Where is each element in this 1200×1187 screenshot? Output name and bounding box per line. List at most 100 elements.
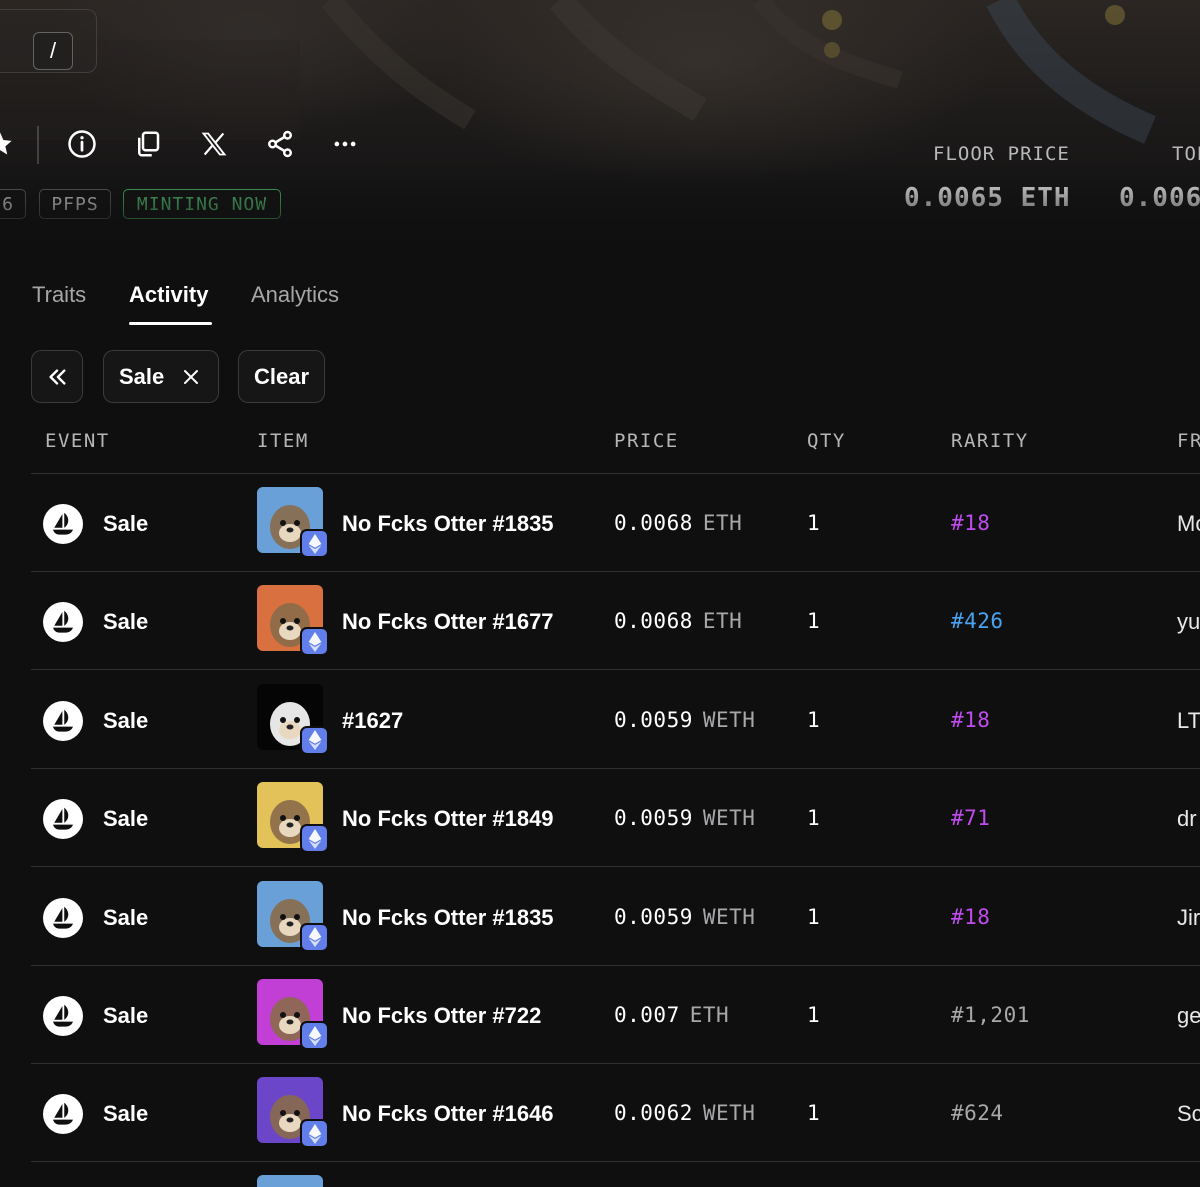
collapse-filters-button[interactable] <box>31 350 83 403</box>
item-quantity: 1 <box>807 1101 820 1126</box>
item-price: 0.0059 WETH <box>614 905 755 929</box>
from-address[interactable]: ge <box>1177 1003 1200 1029</box>
table-row[interactable]: Sale No Fcks Otter #1849 0.0059 WETH 1 #7… <box>0 769 1200 868</box>
price-amount: 0.0068 <box>614 609 693 634</box>
filter-chip-sale[interactable]: Sale <box>103 350 219 403</box>
x-logo-icon[interactable] <box>192 122 236 166</box>
from-address[interactable]: Sc <box>1177 1101 1200 1127</box>
tab-analytics[interactable]: Analytics <box>251 282 339 308</box>
opensea-icon <box>43 700 83 741</box>
item-name[interactable]: No Fcks Otter #722 <box>342 1003 541 1029</box>
copy-icon[interactable] <box>126 122 170 166</box>
collection-toolbar <box>0 122 400 166</box>
event-type: Sale <box>103 904 149 930</box>
ethereum-icon <box>300 1021 329 1050</box>
event-type: Sale <box>103 1101 149 1127</box>
price-currency: WETH <box>702 904 756 929</box>
price-currency: WETH <box>702 707 756 732</box>
table-row[interactable]: Sale No Fcks Otter #1677 0.0068 ETH 1 #42… <box>0 572 1200 671</box>
star-icon[interactable] <box>0 122 22 166</box>
top-offer-value: 0.006 <box>1119 183 1200 213</box>
price-currency: WETH <box>702 806 756 831</box>
item-quantity: 1 <box>807 707 820 732</box>
rarity-rank: #18 <box>951 707 991 732</box>
item-quantity: 1 <box>807 511 820 535</box>
opensea-icon <box>43 504 83 544</box>
item-name[interactable]: No Fcks Otter #1835 <box>342 905 554 931</box>
price-currency: WETH <box>702 1101 756 1126</box>
from-address[interactable]: Mc <box>1177 511 1200 537</box>
event-type: Sale <box>103 806 149 832</box>
ethereum-icon <box>300 922 329 952</box>
next-row-thumbnail <box>257 1175 323 1187</box>
tag-count[interactable]: 6 <box>0 189 26 219</box>
table-row[interactable]: Sale No Fcks Otter #1835 0.0059 WETH 1 #1… <box>0 868 1200 966</box>
clear-filters-button[interactable]: Clear <box>238 350 325 403</box>
from-address[interactable]: Jir <box>1177 905 1200 931</box>
item-name[interactable]: #1627 <box>342 708 403 734</box>
close-icon[interactable] <box>182 368 200 386</box>
table-row[interactable]: Sale No Fcks Otter #1646 0.0062 WETH 1 #6… <box>0 1064 1200 1163</box>
item-price: 0.0059 WETH <box>614 806 755 830</box>
rarity-rank: #624 <box>951 1101 1004 1126</box>
from-address[interactable]: LT <box>1177 708 1200 734</box>
price-amount: 0.0059 <box>614 707 693 732</box>
ethereum-icon <box>300 824 329 854</box>
item-price: 0.0059 WETH <box>614 708 755 732</box>
table-row[interactable]: Sale No Fcks Otter #1835 0.0068 ETH 1 #18… <box>0 474 1200 572</box>
column-header-price[interactable]: PRICE <box>614 430 679 452</box>
price-amount: 0.0059 <box>614 904 693 929</box>
column-header-rarity[interactable]: RARITY <box>951 430 1029 452</box>
filter-chip-label: Sale <box>119 363 165 389</box>
ethereum-icon <box>300 627 329 657</box>
opensea-icon <box>43 1094 83 1135</box>
tab-traits[interactable]: Traits <box>32 282 86 308</box>
price-amount: 0.0059 <box>614 806 693 831</box>
share-icon[interactable] <box>258 122 302 166</box>
active-tab-indicator <box>129 322 212 325</box>
opensea-icon <box>43 602 83 643</box>
item-name[interactable]: No Fcks Otter #1849 <box>342 806 554 832</box>
item-price: 0.0062 WETH <box>614 1101 755 1125</box>
top-offer-label: TOP <box>1172 143 1200 165</box>
rarity-rank: #426 <box>951 609 1004 634</box>
opensea-icon <box>43 799 83 840</box>
tag-minting-now[interactable]: MINTING NOW <box>123 189 281 219</box>
info-icon[interactable] <box>60 122 104 166</box>
table-row[interactable]: Sale #1627 0.0059 WETH 1 #18 LT <box>0 671 1200 769</box>
from-address[interactable]: dr <box>1177 806 1197 832</box>
ethereum-icon <box>300 1119 329 1149</box>
item-name[interactable]: No Fcks Otter #1677 <box>342 609 554 635</box>
chevrons-left-icon <box>49 368 66 385</box>
item-price: 0.0068 ETH <box>614 511 742 535</box>
tab-activity[interactable]: Activity <box>129 282 208 308</box>
rarity-rank: #71 <box>951 806 991 831</box>
event-type: Sale <box>103 609 149 635</box>
item-price: 0.0068 ETH <box>614 609 742 633</box>
from-address[interactable]: yu <box>1177 609 1200 635</box>
tag-pfps[interactable]: PFPS <box>39 189 111 219</box>
ethereum-icon <box>300 529 329 558</box>
event-type: Sale <box>103 1003 149 1028</box>
table-row[interactable]: Sale No Fcks Otter #722 0.007 ETH 1 #1,20… <box>0 966 1200 1064</box>
price-amount: 0.007 <box>614 1003 680 1027</box>
more-icon[interactable] <box>323 122 367 166</box>
column-header-event: EVENT <box>45 430 110 452</box>
rarity-rank: #1,201 <box>951 1003 1030 1027</box>
banner-artwork <box>0 0 1156 144</box>
price-amount: 0.0062 <box>614 1101 693 1126</box>
item-name[interactable]: No Fcks Otter #1646 <box>342 1101 554 1127</box>
item-name[interactable]: No Fcks Otter #1835 <box>342 511 554 537</box>
ethereum-icon <box>300 725 329 755</box>
event-type: Sale <box>103 707 149 733</box>
floor-price-value: 0.0065 ETH <box>904 183 1071 213</box>
item-price: 0.007 ETH <box>614 1003 729 1027</box>
rarity-rank: #18 <box>951 511 991 535</box>
column-header-from: FR <box>1177 430 1200 452</box>
item-quantity: 1 <box>807 1003 820 1027</box>
search-box[interactable]: / <box>0 9 97 73</box>
floor-price-label: FLOOR PRICE <box>933 143 1070 165</box>
toolbar-divider <box>37 126 39 164</box>
price-currency: ETH <box>702 609 743 634</box>
price-currency: ETH <box>689 1003 730 1027</box>
